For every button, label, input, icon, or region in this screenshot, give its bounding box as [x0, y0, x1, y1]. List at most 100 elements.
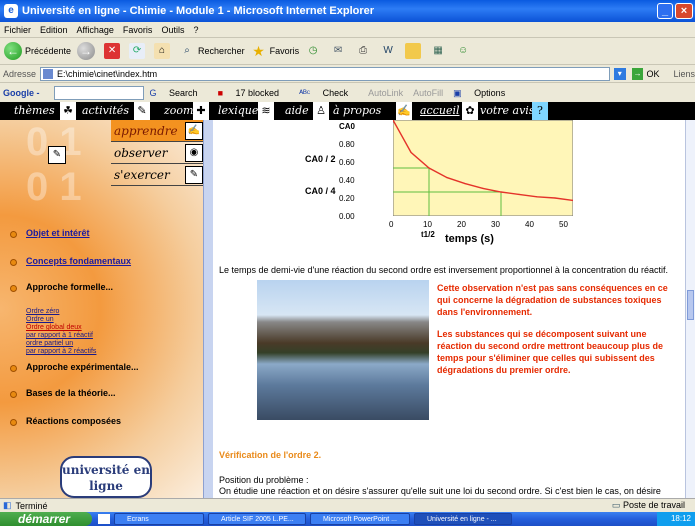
- help-icon[interactable]: ♙: [313, 102, 329, 120]
- start-button[interactable]: démarrer: [0, 512, 92, 526]
- address-label: Adresse: [3, 69, 37, 79]
- popup-blocker-button[interactable]: ■ 17 blocked: [218, 88, 290, 98]
- nav-votre-avis[interactable]: votre avis: [480, 104, 534, 117]
- stop-button[interactable]: ✕: [104, 43, 123, 59]
- research-button[interactable]: ▦: [430, 43, 449, 59]
- menu-edition[interactable]: Edition: [40, 25, 68, 35]
- home-button[interactable]: ⌂: [154, 43, 173, 59]
- link-bases-theorie[interactable]: Bases de la théorie...: [10, 388, 116, 399]
- submenu-apprendre[interactable]: apprendre ✍: [111, 120, 203, 142]
- bullet-icon: [10, 391, 17, 398]
- google-search-button[interactable]: G Search: [150, 88, 208, 98]
- activities-icon[interactable]: ✎: [134, 102, 150, 120]
- lexicon-icon[interactable]: ≋: [258, 102, 274, 120]
- folder-button[interactable]: [405, 43, 424, 59]
- task-universite[interactable]: Université en ligne - ...: [414, 513, 512, 525]
- task-ecrans[interactable]: Ecrans: [114, 513, 204, 525]
- nav-aide[interactable]: aide: [285, 104, 309, 117]
- question-icon[interactable]: ?: [532, 102, 548, 120]
- x-tick-2: 20: [457, 220, 466, 229]
- submenu-observer[interactable]: observer ◉: [111, 142, 203, 164]
- submenu-exercer[interactable]: s'exercer ✎: [111, 164, 203, 186]
- bullet-icon: [10, 419, 17, 426]
- link-approche-formelle[interactable]: Approche formelle...: [10, 282, 113, 293]
- nav-accueil[interactable]: accueil: [420, 104, 460, 117]
- home-site-icon[interactable]: ✿: [462, 102, 478, 120]
- autofill-button[interactable]: AutoFill: [413, 88, 443, 98]
- sublink-ordre-un[interactable]: Ordre un: [26, 316, 96, 324]
- messenger-button[interactable]: ☺: [455, 43, 474, 59]
- main-scrollbar[interactable]: [685, 120, 695, 498]
- folder-icon: [405, 43, 422, 59]
- search-button[interactable]: ⌕ Rechercher: [179, 43, 244, 59]
- nav-themes[interactable]: thèmes: [14, 104, 55, 117]
- links-label[interactable]: Liens: [673, 69, 695, 79]
- minimize-button[interactable]: _: [657, 3, 673, 19]
- link-reactions-composees[interactable]: Réactions composées: [10, 416, 121, 427]
- google-search-input[interactable]: [53, 86, 144, 100]
- mail-button[interactable]: ✉: [330, 43, 349, 59]
- menu-fichier[interactable]: Fichier: [4, 25, 31, 35]
- intro-paragraph: Le temps de demi-vie d'une réaction du s…: [219, 265, 668, 275]
- x-tick-1: 10: [423, 220, 432, 229]
- link-concepts[interactable]: Concepts fondamentaux: [10, 256, 131, 267]
- address-input[interactable]: E:\chimie\cinet\index.htm: [40, 67, 610, 81]
- abc-check-icon: ᴬᴮᶜ: [299, 88, 311, 98]
- options-button[interactable]: ▣ Options: [453, 88, 515, 99]
- sublink-partiel-un[interactable]: ordre partiel un: [26, 340, 96, 348]
- lake-photo: [257, 280, 429, 420]
- refresh-button[interactable]: ⟳: [129, 43, 148, 59]
- left-frame-scrollbar[interactable]: [203, 120, 213, 498]
- sublink-ordre-deux[interactable]: Ordre global deux: [26, 324, 96, 332]
- history-button[interactable]: ◷: [305, 43, 324, 59]
- taskbar: démarrer Ecrans Article SIF 2005 L.PE...…: [0, 512, 695, 526]
- curve-point: [554, 197, 556, 199]
- curve-point: [428, 167, 430, 169]
- link-objet-interet[interactable]: Objet et intérêt: [10, 228, 90, 239]
- menu-outils[interactable]: Outils: [161, 25, 184, 35]
- themes-icon[interactable]: ☘: [60, 102, 76, 120]
- back-button[interactable]: ← Précédente: [4, 42, 71, 60]
- google-label[interactable]: Google -: [3, 88, 40, 98]
- menu-favoris[interactable]: Favoris: [123, 25, 153, 35]
- home-icon: ⌂: [154, 43, 171, 59]
- messenger-icon: ☺: [457, 45, 469, 56]
- star-icon: ★: [252, 43, 265, 59]
- nav-activites[interactable]: activités: [82, 104, 129, 117]
- edit-icon: W: [383, 45, 393, 56]
- stop-icon: ✕: [104, 43, 121, 59]
- curve-point: [482, 187, 484, 189]
- module-icon[interactable]: ✎: [48, 146, 66, 164]
- quicklaunch-icon[interactable]: [98, 514, 110, 524]
- callout-paragraph-2: Les substances qui se décomposent suivan…: [437, 329, 664, 375]
- menu-affichage[interactable]: Affichage: [77, 25, 114, 35]
- favorites-button[interactable]: ★ Favoris: [251, 43, 299, 59]
- sublink-rapport-2[interactable]: par rapport à 2 réactifs: [26, 348, 96, 356]
- forward-button[interactable]: →: [77, 42, 98, 60]
- autolink-button[interactable]: AutoLink: [368, 88, 403, 98]
- task-powerpoint[interactable]: Microsoft PowerPoint ...: [310, 513, 410, 525]
- link-approche-experimentale[interactable]: Approche expérimentale...: [10, 362, 139, 373]
- nav-lexique[interactable]: lexique: [218, 104, 258, 117]
- x-axis-label: temps (s): [445, 233, 494, 245]
- address-dropdown[interactable]: ▾: [613, 68, 626, 80]
- bullet-icon: [10, 285, 17, 292]
- sublink-ordre-zero[interactable]: Ordre zéro: [26, 308, 96, 316]
- bullet-icon: [10, 365, 17, 372]
- go-button[interactable]: OK: [646, 69, 659, 79]
- zoom-icon[interactable]: ✚: [193, 102, 209, 120]
- go-arrow-icon[interactable]: →: [631, 68, 644, 80]
- nav-zoom[interactable]: zoom: [164, 104, 193, 117]
- print-button[interactable]: ⎙: [355, 43, 374, 59]
- x-tick-4: 40: [525, 220, 534, 229]
- blocker-icon: ■: [217, 88, 223, 98]
- about-icon[interactable]: ✍: [396, 102, 412, 120]
- scroll-thumb[interactable]: [687, 290, 694, 320]
- sublink-rapport-1[interactable]: par rapport à 1 réactif: [26, 332, 96, 340]
- close-button[interactable]: ×: [675, 3, 693, 19]
- spell-check-button[interactable]: ᴬᴮᶜ Check: [299, 88, 358, 98]
- edit-button[interactable]: W: [380, 43, 399, 59]
- task-article[interactable]: Article SIF 2005 L.PE...: [208, 513, 306, 525]
- menu-help[interactable]: ?: [193, 25, 198, 35]
- nav-a-propos[interactable]: à propos: [333, 104, 381, 117]
